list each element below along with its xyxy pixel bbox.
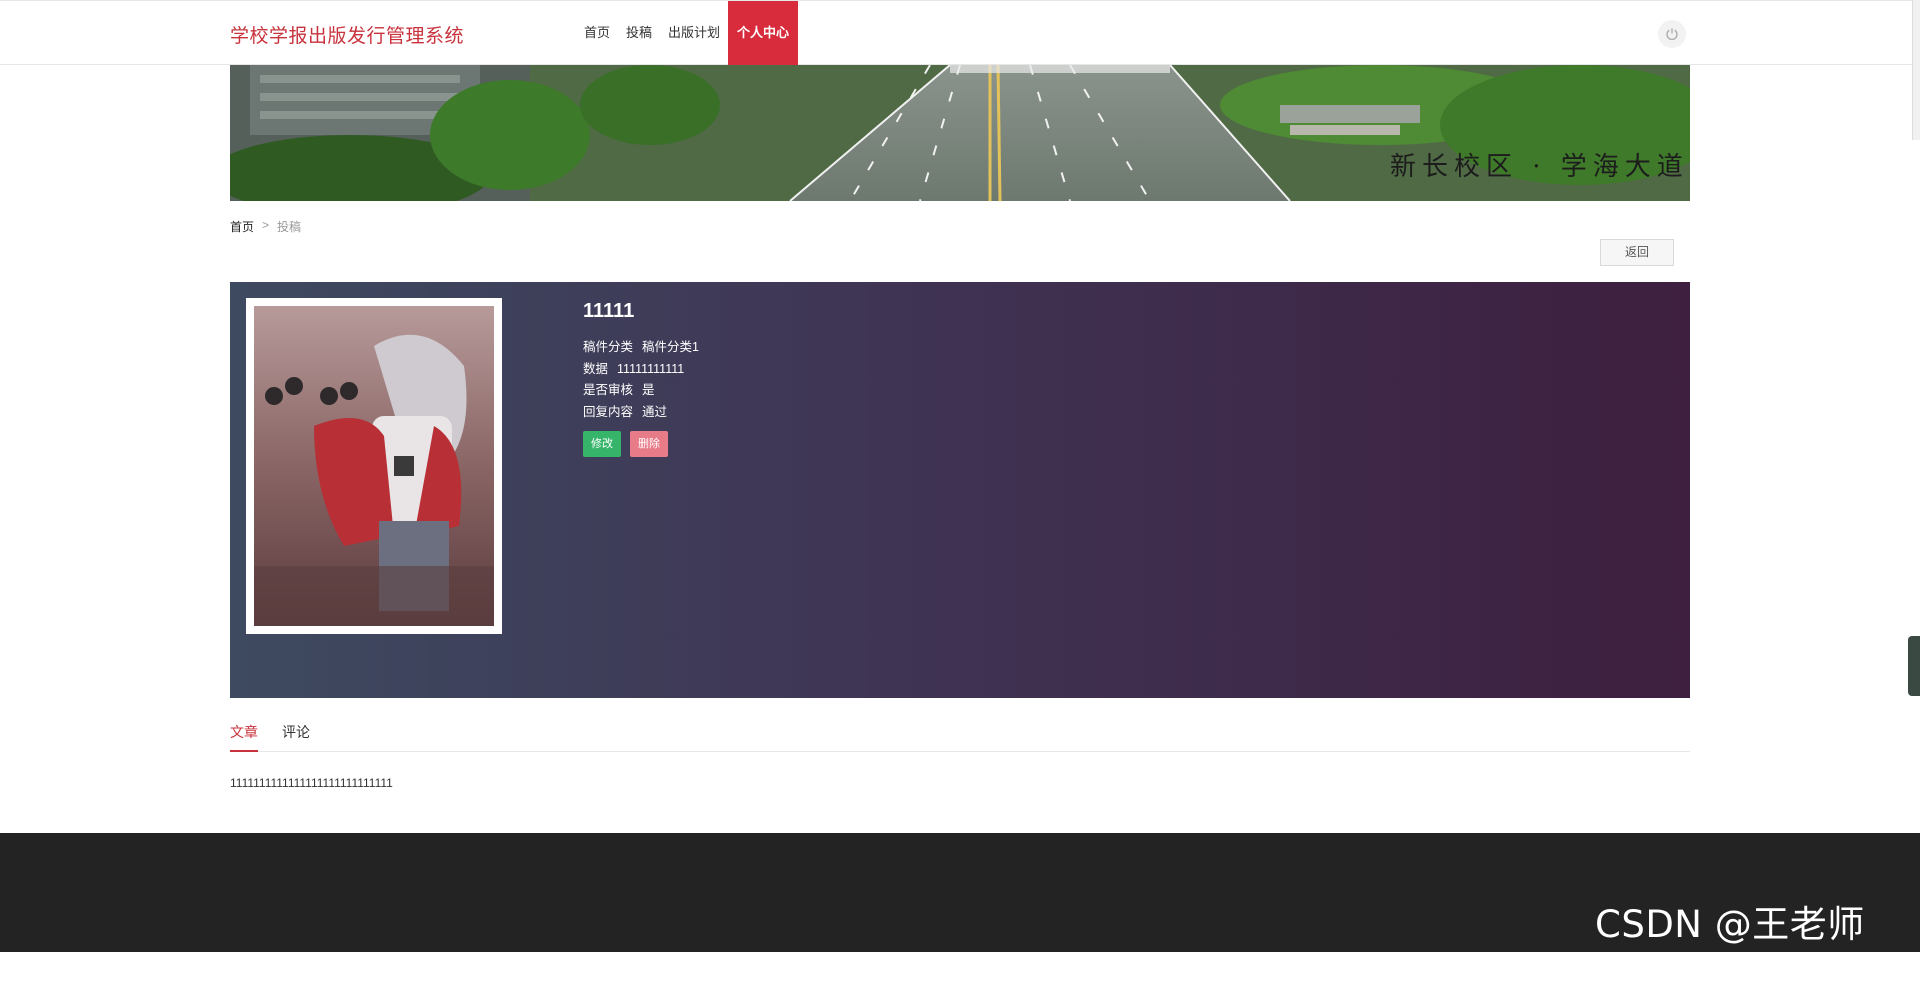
field-row-reply: 回复内容 通过: [583, 402, 699, 424]
field-value: 是: [642, 383, 655, 397]
edit-button[interactable]: 修改: [583, 431, 621, 457]
field-value: 11111111111: [617, 361, 685, 376]
content-tabs: 文章 评论: [230, 722, 1690, 752]
nav-personal-center[interactable]: 个人中心: [728, 1, 799, 65]
tab-comments[interactable]: 评论: [282, 722, 310, 752]
breadcrumb-separator: >: [262, 218, 270, 232]
delete-button[interactable]: 删除: [630, 431, 668, 457]
banner-caption: 新长校区 · 学海大道: [1390, 152, 1689, 182]
back-button[interactable]: 返回: [1600, 239, 1674, 266]
field-label: 回复内容: [583, 404, 634, 419]
field-value: 稿件分类1: [642, 340, 699, 354]
tab-article[interactable]: 文章: [230, 722, 258, 752]
breadcrumb: 首页 > 投稿: [230, 218, 301, 235]
site-brand[interactable]: 学校学报出版发行管理系统: [230, 21, 464, 48]
submission-info: 11111 稿件分类 稿件分类1 数据 11111111111 是否审核 是 回…: [583, 300, 699, 457]
watermark-text: CSDN @王老师160: [1595, 903, 1865, 991]
detail-actions: 修改 删除: [583, 431, 699, 457]
campus-banner: 新长校区 · 学海大道: [230, 65, 1690, 201]
logout-button[interactable]: [1658, 20, 1686, 48]
banner-image: 新长校区 · 学海大道: [230, 65, 1690, 201]
cover-image: [254, 306, 494, 626]
top-header: 学校学报出版发行管理系统 首页 投稿 出版计划 个人中心: [0, 0, 1915, 65]
submission-title: 11111: [583, 300, 635, 322]
cover-image-frame: [246, 298, 502, 634]
field-row-data: 数据 11111111111: [583, 359, 699, 381]
nav-publish-plan[interactable]: 出版计划: [660, 1, 728, 65]
submission-detail-panel: 11111 稿件分类 稿件分类1 数据 11111111111 是否审核 是 回…: [230, 282, 1690, 698]
field-label: 数据: [583, 361, 609, 376]
side-float-handle[interactable]: [1908, 636, 1920, 696]
field-value: 通过: [642, 404, 668, 419]
article-content: 1111111111111111111111111111: [230, 776, 393, 790]
page-scrollbar[interactable]: [1912, 0, 1920, 140]
nav-home[interactable]: 首页: [576, 1, 618, 65]
main-nav: 首页 投稿 出版计划 个人中心: [576, 1, 799, 65]
breadcrumb-current: 投稿: [277, 220, 302, 234]
breadcrumb-home[interactable]: 首页: [230, 218, 254, 235]
field-row-reviewed: 是否审核 是: [583, 380, 699, 402]
field-label: 是否审核: [583, 383, 634, 397]
nav-submit[interactable]: 投稿: [618, 1, 660, 65]
field-row-category: 稿件分类 稿件分类1: [583, 337, 699, 359]
field-label: 稿件分类: [583, 340, 634, 354]
power-icon: [1666, 28, 1678, 40]
